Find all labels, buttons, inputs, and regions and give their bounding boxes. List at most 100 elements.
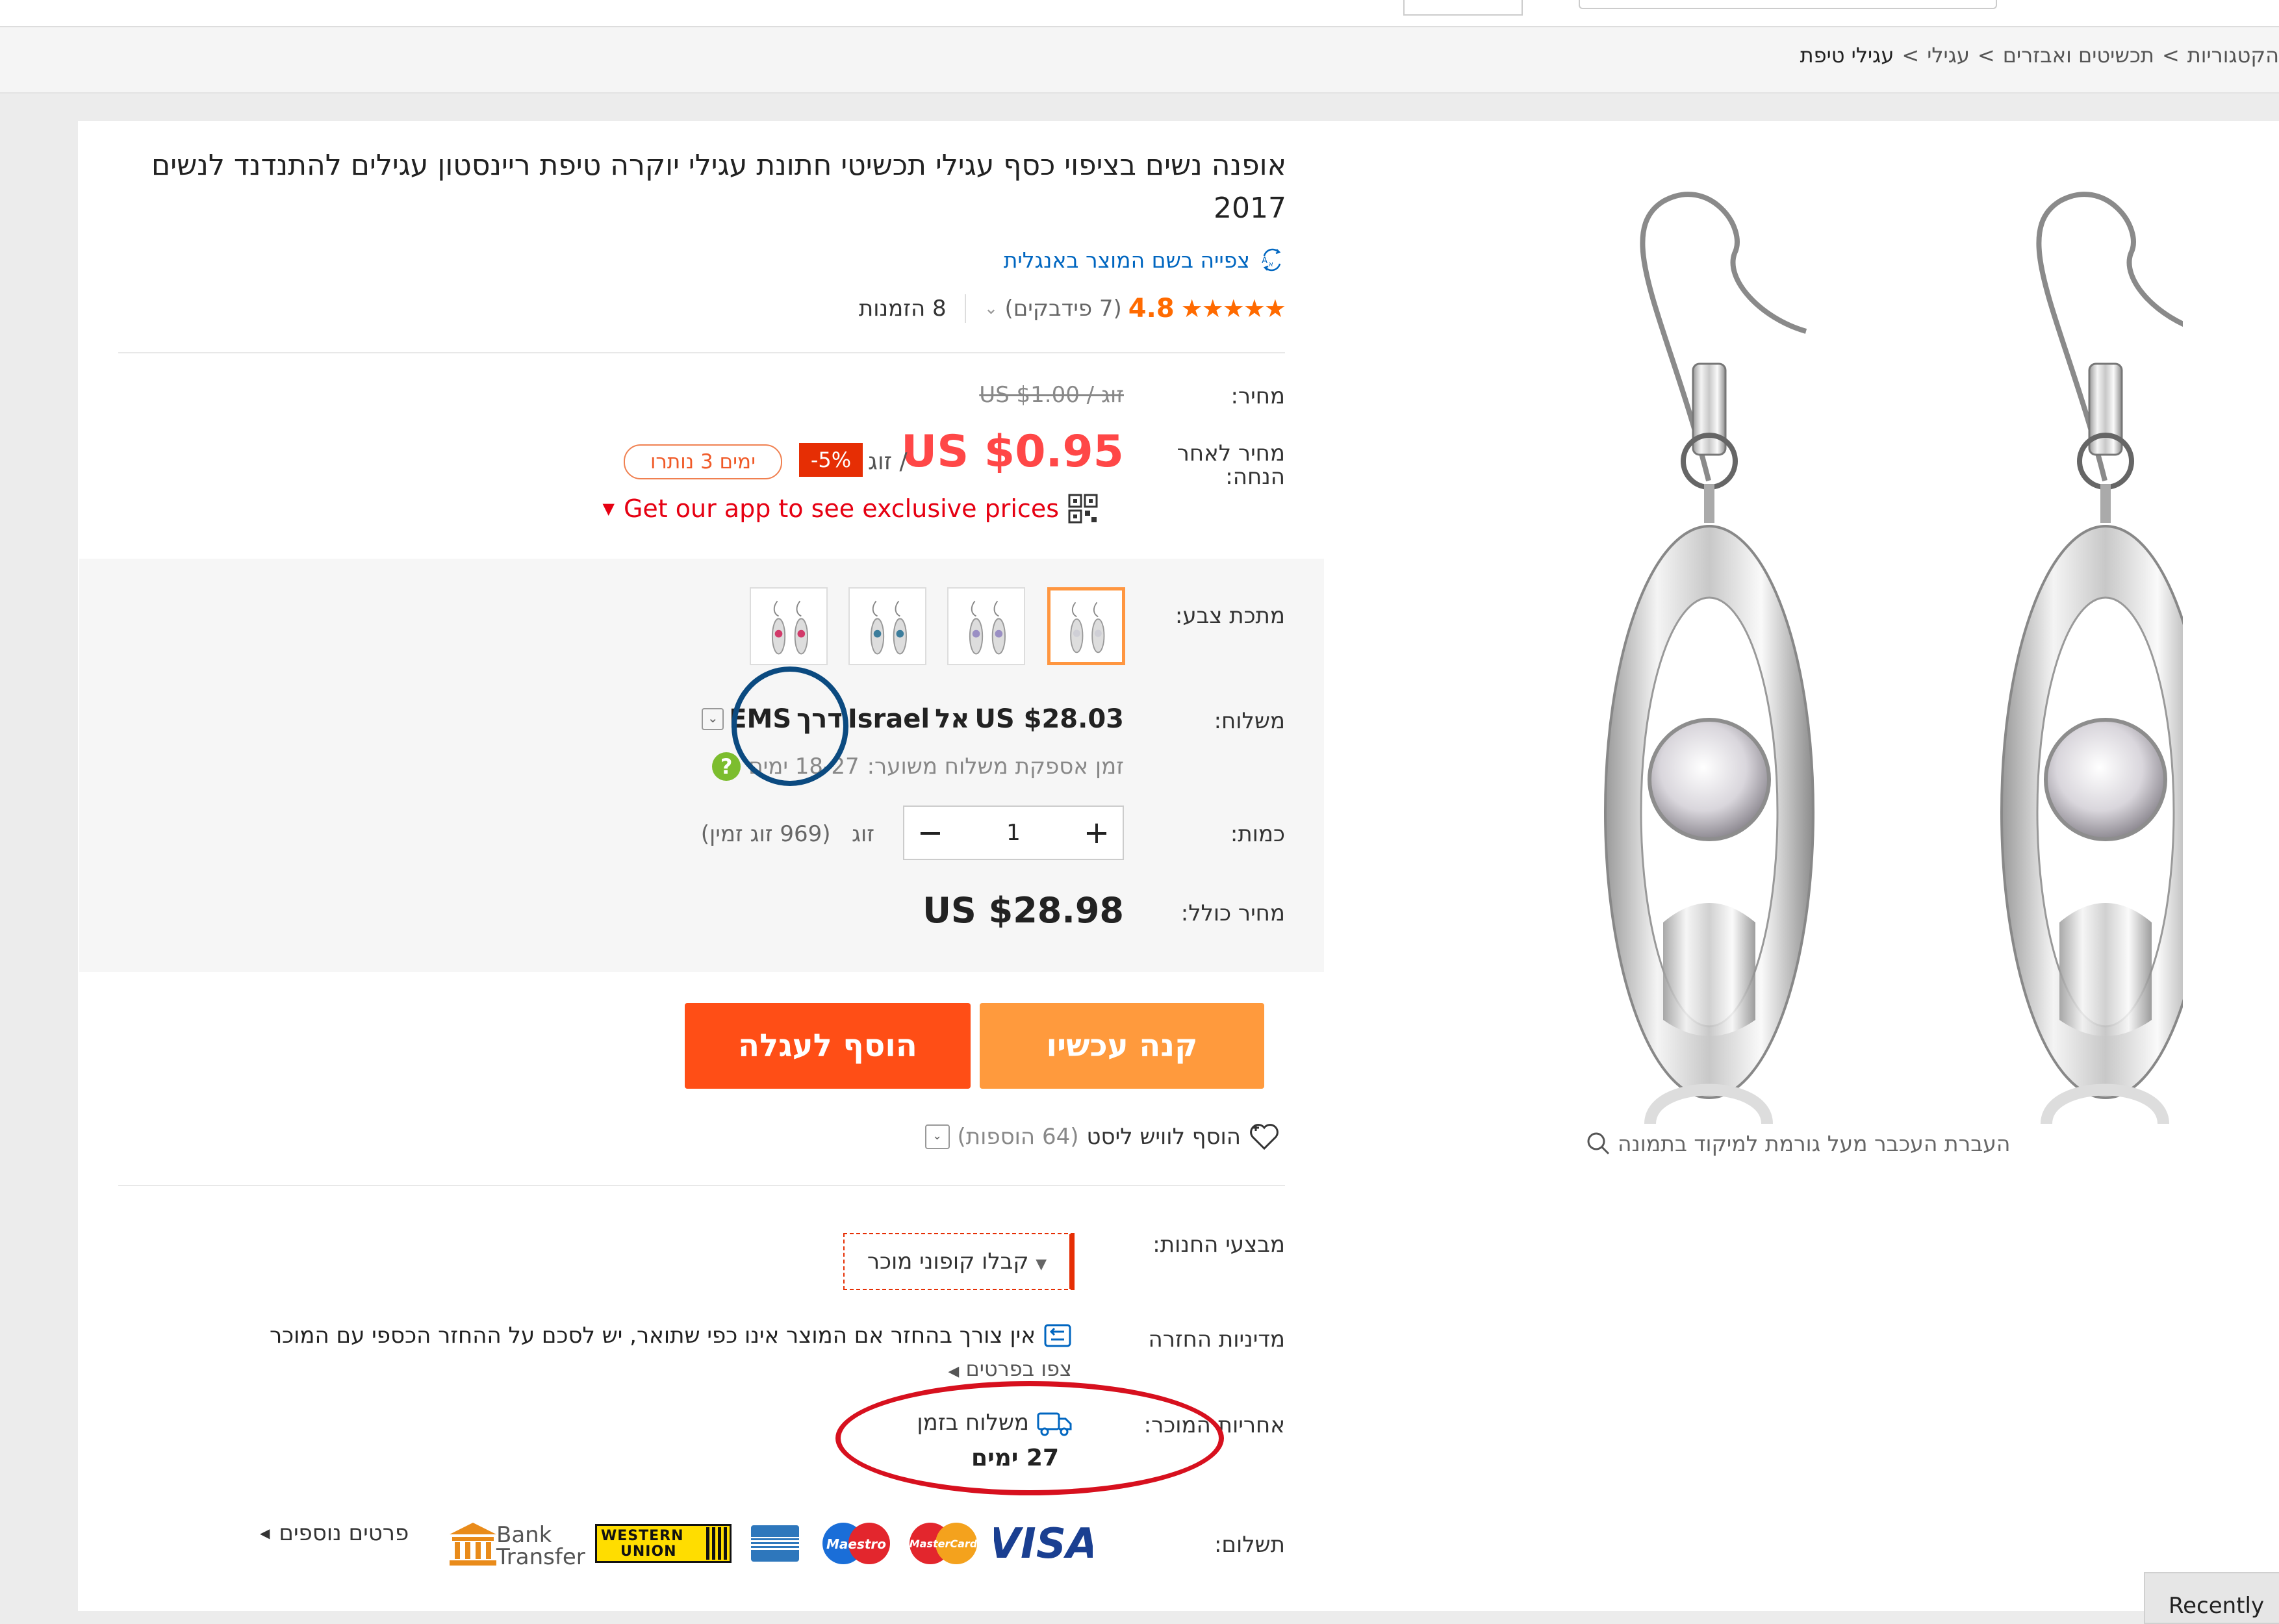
breadcrumb-separator: > [1977,43,1995,68]
chevron-down-icon[interactable]: ⌄ [984,299,999,318]
amex-icon [751,1525,799,1562]
return-details-label: צפו בפרטים [965,1356,1072,1381]
days-left-badge: ימים 3 נותרו [624,444,782,479]
color-swatch-clear[interactable] [1047,587,1125,665]
options-panel [79,559,1324,972]
quantity-plus-button[interactable]: + [1071,815,1123,851]
color-label: מתכת צבע: [1175,603,1285,629]
divider [964,294,966,323]
western-union-line2: UNION [620,1543,677,1560]
maestro-icon: Maestro [822,1523,890,1564]
color-swatch-pink[interactable] [750,587,828,665]
recently-viewed-tab[interactable]: Recently [2144,1572,2279,1624]
seller-coupons-button[interactable]: ▼ קבלו קופוני מוכר [843,1233,1075,1290]
bank-building-icon [450,1523,496,1566]
feedback-count-link[interactable]: (7 פידבקים) [1004,296,1121,322]
svg-text:A: A [1262,256,1267,266]
total-price: US $28.98 [923,890,1124,931]
return-details-link[interactable]: צפו בפרטים ◀ [948,1356,1072,1381]
heart-plus-icon [1250,1124,1279,1150]
wishlist-count: (64 הוספות) [957,1124,1079,1150]
earring-right [2000,192,2183,1124]
price-per-unit: / זוג [868,448,908,475]
visa-icon: VISA [994,1520,1093,1567]
shipping-to-prefix: אל [935,704,970,734]
svg-text:VISA: VISA [994,1520,1093,1567]
bank-transfer-icon: Bank Transfer [447,1520,585,1568]
divider [118,352,1285,353]
payment-label: תשלום: [1214,1532,1285,1558]
orders-count: 8 הזמנות [858,296,947,322]
translate-title-link[interactable]: A א צפייה בשם המוצר באנגלית [1004,247,1285,273]
color-swatch-blue[interactable] [848,587,926,665]
divider [118,1185,1285,1186]
magnifier-icon [1587,1132,1610,1155]
western-union-bars [706,1527,728,1560]
breadcrumb-item-jewelry[interactable]: תכשיטים ואבזרים [2003,43,2154,68]
annotation-blue-circle [732,666,848,786]
translate-icon: A א [1262,248,1281,272]
mastercard-icon: MasterCard [910,1523,978,1564]
triangle-left-icon: ◀ [948,1364,960,1380]
annotation-red-ellipse [835,1381,1224,1495]
product-main-image[interactable] [1520,156,2183,1124]
translate-title-label: צפייה בשם המוצר באנגלית [1003,247,1250,273]
top-search-button[interactable] [1403,0,1523,16]
triangle-left-icon: ◀ [260,1525,270,1541]
breadcrumb-item-current: עגילי טיפת [1800,43,1894,68]
breadcrumb-item-categories[interactable]: הקטגוריות [2187,43,2279,68]
return-icon [1044,1324,1071,1347]
return-policy: אין צורך בהחזר אם המוצר אינו כפי שתואר, … [270,1323,1072,1349]
swatch-earrings-image [969,600,1006,655]
qr-code-icon [1068,494,1098,524]
color-swatch-purple[interactable] [947,587,1025,665]
rating-row: ★★★★★ 4.8 (7 פידבקים) ⌄ 8 הזמנות [858,294,1286,324]
svg-text:MasterCard: MasterCard [910,1538,978,1550]
store-promos-label: מבצעי החנות: [1152,1232,1285,1258]
quantity-stepper[interactable]: − 1 + [903,806,1124,860]
buy-now-button[interactable]: קנה עכשיו [980,1003,1264,1089]
zoom-hint: העברת העכבר מעל גורמת למיקוד בתמונה [1585,1130,2011,1156]
top-search-input[interactable] [1579,0,1997,9]
quantity-available: (969 זוג זמין) [700,821,831,847]
bank-transfer-line1: Bank [496,1522,552,1548]
shipping-cost: US $28.03 [974,704,1124,734]
total-price-label: מחיר כולל: [1180,900,1285,926]
zoom-hint-label: העברת העכבר מעל גורמת למיקוד בתמונה [1618,1130,2011,1156]
swatch-earrings-image [1070,602,1105,653]
swatch-earrings-image [771,600,808,655]
triangle-down-icon: ▼ [602,500,615,518]
return-policy-label: מדיניות החזרה [1148,1326,1286,1352]
bank-transfer-line2: Transfer [496,1544,585,1570]
quantity-unit-label: זוג [851,821,874,847]
shipping-label: משלוח: [1214,708,1285,734]
shipping-time-label: זמן אספקת משלוח משוער: [867,754,1124,780]
quantity-value[interactable]: 1 [1006,820,1021,846]
help-icon[interactable]: ? [712,752,741,781]
return-policy-text: אין צורך בהחזר אם המוצר אינו כפי שתואר, … [269,1323,1036,1349]
price-label: מחיר: [1230,383,1285,409]
breadcrumb: הקטגוריות > תכשיטים ואבזרים > עגילי > עגילי טי… [1800,43,2279,68]
payment-more-link[interactable]: ◀ פרטים נוספים [260,1520,409,1546]
rating-score: 4.8 [1128,294,1175,324]
breadcrumb-item-earrings[interactable]: עגילי [1927,43,1970,68]
wishlist-dropdown-chevron-icon[interactable]: ⌄ [924,1124,950,1149]
product-title: אופנה נשים בציפוי כסף עגילי תכשיטי חתונת… [151,149,1286,225]
wishlist-link[interactable]: הוסף לוויש ליסט (64 הוספות) ⌄ [924,1121,1286,1152]
shipping-destination[interactable]: Israel [848,704,930,734]
discount-badge: -5% [799,443,863,477]
quantity-label: כמות: [1230,821,1285,847]
original-price: US $1.00 / זוג [979,382,1124,408]
discounted-price: US $0.95 [901,426,1124,477]
app-promo-link[interactable]: ▼ Get our app to see exclusive prices [602,494,1098,524]
caret-down-icon: ▼ [1036,1256,1047,1273]
seller-coupons-label: קבלו קופוני מוכר [867,1249,1029,1275]
rating-stars-icon: ★★★★★ [1180,294,1286,323]
earring-left [1604,192,1814,1124]
breadcrumb-separator: > [1902,43,1920,68]
shipping-dropdown-chevron-icon[interactable]: ⌄ [702,708,724,730]
wishlist-label: הוסף לוויש ליסט [1086,1124,1241,1150]
quantity-minus-button[interactable]: − [904,815,956,851]
add-to-cart-button[interactable]: הוסף לעגלה [685,1003,971,1089]
app-promo-label: Get our app to see exclusive prices [623,494,1059,523]
